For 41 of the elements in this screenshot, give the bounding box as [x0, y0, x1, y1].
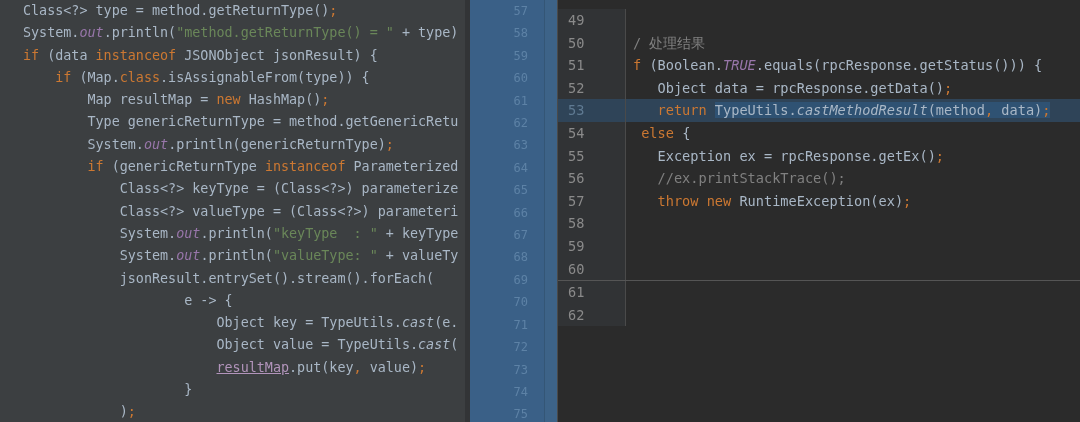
code-line: else { — [640, 123, 691, 143]
code-line: Object key = TypeUtils.cast(e. — [215, 314, 460, 333]
code-line: Map resultMap = new HashMap(); — [86, 91, 331, 110]
line-number: 58 — [568, 215, 585, 232]
code-line: f (Boolean.TRUE.equals(rpcResponse.getStatus())) { — [633, 56, 1043, 76]
code-line: return TypeUtils.castMethodResult(method, data); — [656, 101, 1051, 121]
line-number: 59 — [568, 237, 585, 254]
code-line: System.out.println("method.getReturnType() = " + type) — [23, 24, 460, 43]
code-line: / 处理结果 — [633, 33, 706, 53]
code-line: //ex.printStackTrace(); — [656, 169, 846, 189]
code-line: e -> { — [183, 291, 234, 310]
line-number: 50 — [568, 34, 585, 51]
code-line: Object value = TypeUtils.cast( — [215, 336, 460, 355]
code-line: } — [183, 381, 194, 400]
code-line: System.out.println("keyType : " + keyType — [118, 224, 460, 243]
line-number: 53 — [568, 102, 585, 119]
line-number: 54 — [568, 124, 585, 141]
code-line: jsonResult.entrySet().stream().forEach( — [118, 269, 436, 288]
code-line: System.out.println(genericReturnType); — [86, 135, 395, 154]
code-line: System.out.println("valueType: " + valueTy — [118, 247, 460, 266]
line-number: 62 — [568, 306, 585, 323]
code-line: Class<?> type = method.getReturnType(); — [23, 2, 339, 20]
line-number: 60 — [568, 260, 585, 277]
line-number: 51 — [568, 57, 585, 74]
code-line: Type genericReturnType = method.getGenericRetu — [86, 113, 460, 132]
code-line: throw new RuntimeException(ex); — [656, 191, 912, 211]
line-number: 49 — [568, 12, 585, 28]
line-number: 52 — [568, 79, 585, 96]
line-number: 55 — [568, 147, 585, 164]
code-line: if (data instanceof JSONObject jsonResult) { — [23, 46, 379, 65]
line-number: 56 — [568, 170, 585, 187]
code-line: Exception ex = rpcResponse.getEx(); — [656, 146, 944, 166]
code-line: Object data = rpcResponse.getData(); — [656, 78, 953, 98]
code-line: ); — [118, 403, 137, 422]
code-line: if (genericReturnType instanceof Parameterized — [86, 158, 460, 177]
code-line: if (Map.class.isAssignableFrom(type)) { — [54, 68, 371, 87]
line-number: 57 — [568, 192, 585, 209]
code-line: resultMap.put(key, value); — [215, 358, 428, 377]
line-number: 61 — [568, 284, 585, 301]
code-line: Class<?> valueType = (Class<?>) parameteri — [118, 202, 460, 221]
code-line: Class<?> keyType = (Class<?>) parameterize — [118, 180, 460, 199]
